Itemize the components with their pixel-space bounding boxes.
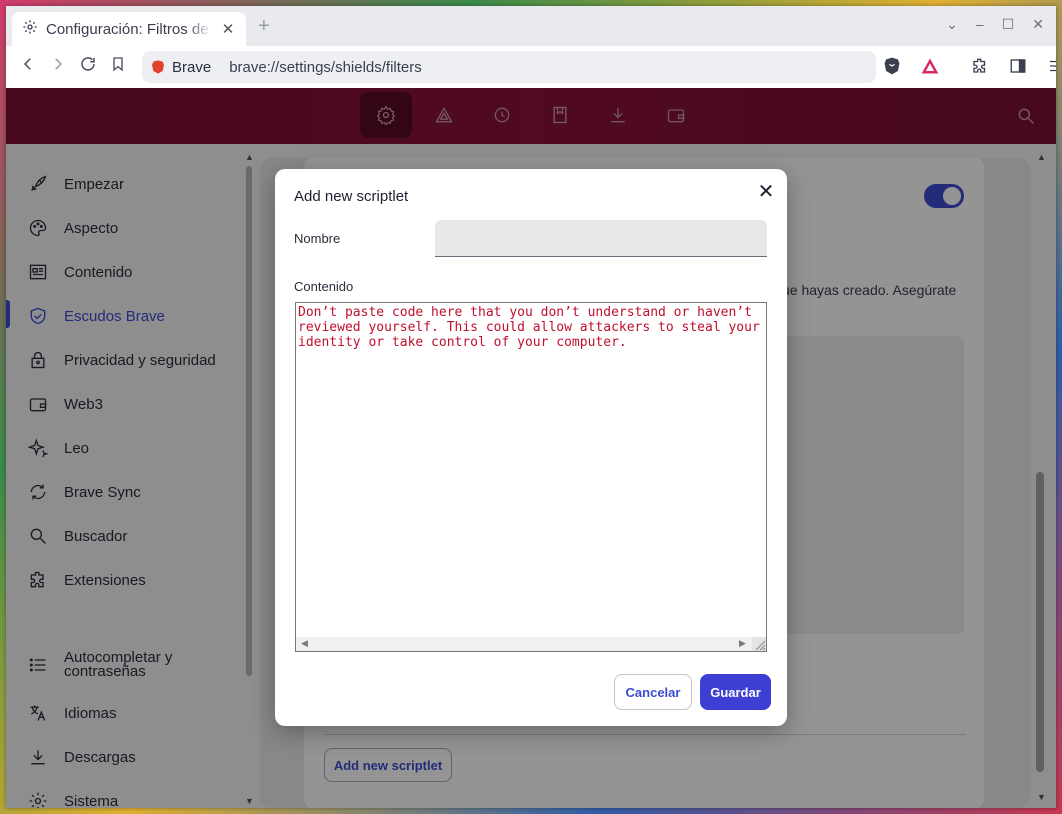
content-textarea[interactable]: Don’t paste code here that you don’t und… [295, 302, 767, 652]
content-text: Don’t paste code here that you don’t und… [298, 305, 768, 350]
close-window-icon[interactable]: ✕ [1032, 16, 1044, 33]
scroll-right-arrow-icon[interactable]: ▶ [739, 638, 746, 649]
name-input[interactable] [435, 220, 767, 257]
close-icon[interactable]: ✕ [755, 181, 777, 203]
brave-label: Brave [172, 58, 212, 76]
url-text[interactable]: brave://settings/shields/filters [229, 59, 422, 76]
tab-title: Configuración: Filtros de contenido [46, 20, 212, 38]
menu-icon[interactable] [1044, 54, 1056, 78]
forward-button[interactable] [46, 55, 70, 79]
resize-grip-icon[interactable] [752, 637, 766, 651]
reload-button[interactable] [76, 55, 100, 79]
name-label: Nombre [294, 231, 341, 246]
tab-close-icon[interactable]: ✕ [220, 20, 236, 38]
new-tab-button[interactable]: + [258, 15, 270, 38]
cancel-button[interactable]: Cancelar [614, 674, 692, 710]
brave-shields-icon[interactable] [880, 54, 904, 78]
brave-rewards-icon[interactable] [918, 54, 942, 78]
textarea-hscrollbar[interactable]: ◀ ▶ [296, 637, 766, 651]
window-controls: ⌄ – ☐ ✕ [946, 16, 1044, 33]
minimize-icon[interactable]: – [976, 16, 984, 33]
tab-search-chevron-icon[interactable]: ⌄ [946, 16, 958, 33]
dialog-title: Add new scriptlet [294, 188, 409, 205]
bookmark-icon[interactable] [106, 55, 130, 79]
add-scriptlet-dialog: Add new scriptlet ✕ Nombre Contenido Don… [275, 169, 787, 726]
save-button[interactable]: Guardar [700, 674, 771, 710]
scroll-left-arrow-icon[interactable]: ◀ [301, 638, 308, 649]
tab-settings[interactable]: Configuración: Filtros de contenido ✕ [12, 12, 246, 46]
gear-icon [22, 19, 38, 40]
sidebar-toggle-icon[interactable] [1006, 54, 1030, 78]
brave-lion-icon [150, 59, 166, 75]
back-button[interactable] [16, 55, 40, 79]
tab-strip: Configuración: Filtros de contenido ✕ + … [6, 6, 1056, 46]
address-bar[interactable]: Brave brave://settings/shields/filters [142, 51, 876, 83]
toolbar: Brave brave://settings/shields/filters [6, 46, 1056, 88]
extensions-icon[interactable] [968, 54, 992, 78]
toolbar-right [880, 54, 1056, 78]
maximize-icon[interactable]: ☐ [1002, 16, 1015, 33]
content-label: Contenido [294, 279, 354, 294]
